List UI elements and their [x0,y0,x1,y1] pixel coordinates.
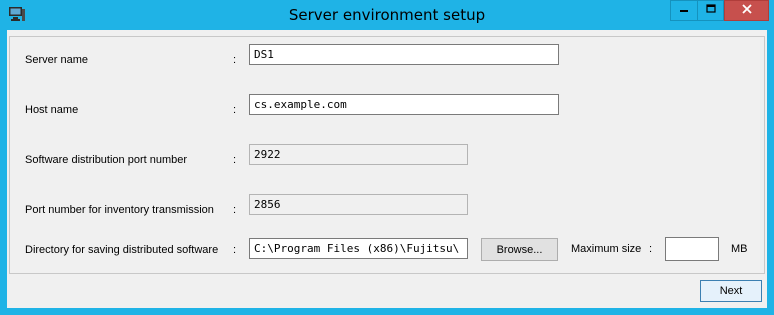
close-icon [741,4,752,17]
minimize-icon [679,4,689,17]
inventory-port-colon: : [233,204,237,216]
maximum-size-colon: : [649,243,653,255]
window-title: Server environment setup [288,6,486,24]
client-area: Server name : DS1 Host name : cs.example… [7,30,767,308]
host-name-label: Host name [25,104,79,116]
maximize-icon [705,4,716,17]
maximum-size-input[interactable] [665,237,719,261]
setup-window: Server environment setup Server name : D… [0,0,774,315]
distribution-port-colon: : [233,154,237,166]
close-button[interactable] [724,0,769,21]
size-unit-label: MB [731,243,748,255]
inventory-port-label: Port number for inventory transmission [25,204,214,216]
maximum-size-label: Maximum size [571,243,642,255]
host-name-colon: : [233,104,237,116]
directory-label: Directory for saving distributed softwar… [25,244,219,256]
title-bar[interactable]: Server environment setup [0,0,774,30]
settings-panel: Server name : DS1 Host name : cs.example… [9,36,765,274]
browse-button[interactable]: Browse... [481,238,558,261]
directory-colon: : [233,244,237,256]
minimize-button[interactable] [670,0,698,21]
inventory-port-field: 2856 [249,194,468,215]
next-button[interactable]: Next [700,280,762,302]
server-name-label: Server name [25,54,88,66]
server-name-input[interactable]: DS1 [249,44,559,65]
host-name-input[interactable]: cs.example.com [249,94,559,115]
directory-input[interactable]: C:\Program Files (x86)\Fujitsu\ [249,238,468,259]
distribution-port-field: 2922 [249,144,468,165]
distribution-port-label: Software distribution port number [25,154,188,166]
maximize-button[interactable] [697,0,724,21]
server-name-colon: : [233,54,237,66]
